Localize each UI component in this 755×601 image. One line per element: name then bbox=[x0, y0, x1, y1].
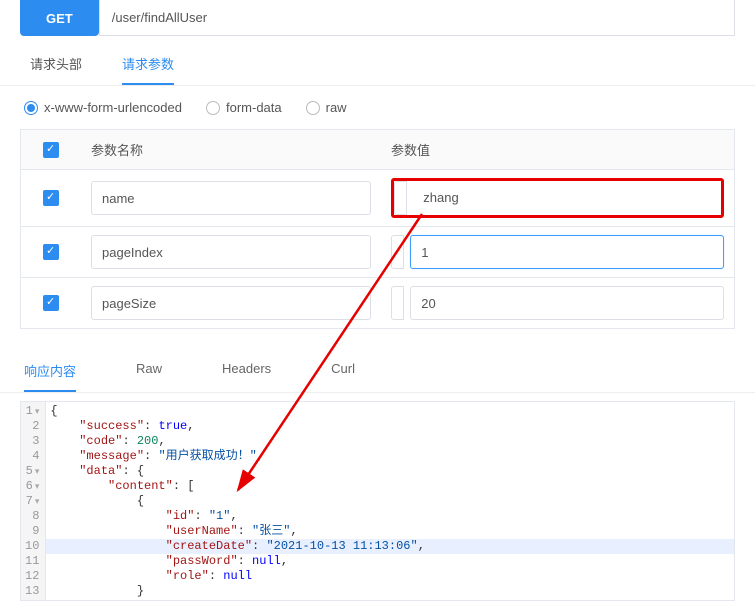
value-type-selector[interactable] bbox=[394, 181, 407, 215]
tab-response-content[interactable]: 响应内容 bbox=[24, 361, 76, 392]
params-table: 参数名称 参数值 bbox=[20, 129, 735, 329]
row-checkbox[interactable] bbox=[43, 244, 59, 260]
params-header-row: 参数名称 参数值 bbox=[21, 130, 734, 170]
request-tabs: 请求头部 请求参数 bbox=[0, 36, 755, 86]
params-header-name: 参数名称 bbox=[81, 130, 381, 169]
radio-label: form-data bbox=[226, 100, 282, 115]
param-value-input[interactable] bbox=[410, 235, 724, 269]
response-body: 1▾ 2 3 4 5▾ 6▾ 7▾ 8 9 10 11 12 13 14 { "… bbox=[20, 401, 735, 601]
radio-dot-icon bbox=[206, 101, 220, 115]
highlighted-value-cell bbox=[391, 178, 724, 218]
radio-dot-icon bbox=[24, 101, 38, 115]
tab-response-curl[interactable]: Curl bbox=[331, 361, 355, 392]
radio-label: raw bbox=[326, 100, 347, 115]
param-name-input[interactable] bbox=[91, 235, 371, 269]
radio-dot-icon bbox=[306, 101, 320, 115]
row-checkbox[interactable] bbox=[43, 190, 59, 206]
radio-label: x-www-form-urlencoded bbox=[44, 100, 182, 115]
tab-request-headers[interactable]: 请求头部 bbox=[30, 54, 82, 85]
radio-formdata[interactable]: form-data bbox=[206, 100, 282, 115]
tab-response-headers[interactable]: Headers bbox=[222, 361, 271, 392]
tab-request-params[interactable]: 请求参数 bbox=[122, 54, 174, 85]
code-lines[interactable]: { "success": true, "code": 200, "message… bbox=[46, 402, 734, 600]
radio-urlencoded[interactable]: x-www-form-urlencoded bbox=[24, 100, 182, 115]
url-input[interactable]: /user/findAllUser bbox=[99, 0, 735, 36]
checkbox-all[interactable] bbox=[43, 142, 59, 158]
table-row bbox=[21, 278, 734, 328]
table-row bbox=[21, 170, 734, 227]
params-header-value: 参数值 bbox=[381, 130, 734, 169]
row-checkbox[interactable] bbox=[43, 295, 59, 311]
table-row bbox=[21, 227, 734, 278]
line-gutter: 1▾ 2 3 4 5▾ 6▾ 7▾ 8 9 10 11 12 13 14 bbox=[21, 402, 46, 600]
param-name-input[interactable] bbox=[91, 286, 371, 320]
value-type-selector[interactable] bbox=[391, 286, 404, 320]
response-tabs: 响应内容 Raw Headers Curl bbox=[0, 341, 755, 393]
param-value-input[interactable] bbox=[413, 181, 721, 213]
param-name-input[interactable] bbox=[91, 181, 371, 215]
param-value-input[interactable] bbox=[410, 286, 724, 320]
http-method-button[interactable]: GET bbox=[20, 0, 99, 36]
encoding-radios: x-www-form-urlencoded form-data raw bbox=[0, 86, 755, 129]
tab-response-raw[interactable]: Raw bbox=[136, 361, 162, 392]
radio-raw[interactable]: raw bbox=[306, 100, 347, 115]
value-type-selector[interactable] bbox=[391, 235, 404, 269]
